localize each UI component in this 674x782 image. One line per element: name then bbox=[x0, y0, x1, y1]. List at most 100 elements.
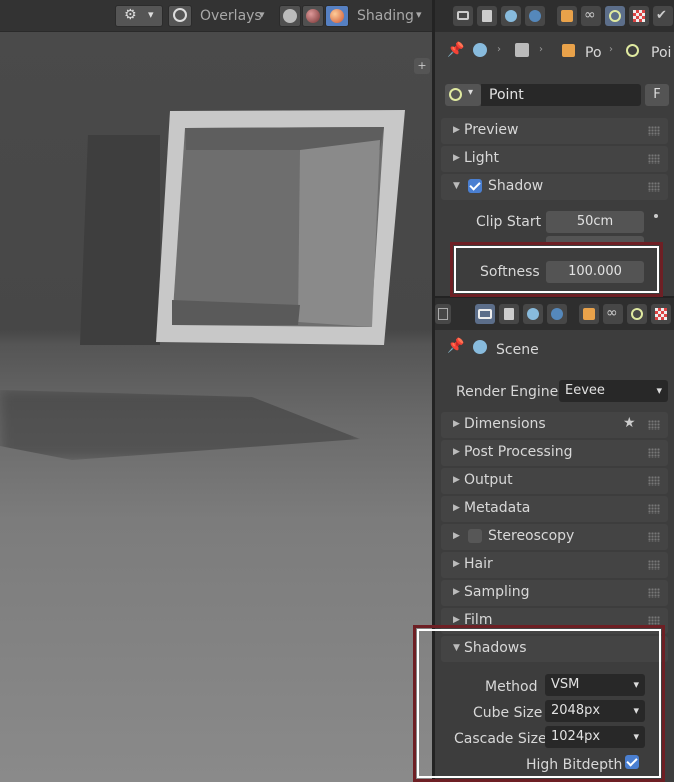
preview-panel-label: Preview bbox=[464, 122, 519, 138]
light-icon bbox=[609, 10, 621, 22]
overlays-toggle-button[interactable] bbox=[168, 5, 192, 27]
solid-shading-button[interactable] bbox=[279, 5, 301, 27]
globe-icon bbox=[529, 10, 541, 22]
material-shading-button[interactable] bbox=[302, 5, 324, 27]
light-icon bbox=[626, 44, 639, 57]
gizmo-toggle[interactable]: ⚙ ▾ bbox=[115, 5, 163, 27]
shadow-panel-label: Shadow bbox=[488, 178, 544, 194]
camera-icon bbox=[457, 11, 469, 20]
pin-icon[interactable]: 📌 bbox=[447, 338, 464, 354]
hair-panel-label: Hair bbox=[464, 556, 493, 572]
drag-grip-icon[interactable] bbox=[648, 154, 660, 164]
output-panel-header[interactable]: ▶ Output bbox=[441, 468, 668, 494]
preset-star-icon[interactable]: ★ bbox=[623, 415, 636, 431]
layers-icon bbox=[505, 10, 517, 22]
sampling-panel-label: Sampling bbox=[464, 584, 530, 600]
overlays-dropdown[interactable]: Overlays bbox=[200, 8, 262, 24]
tab-scene[interactable] bbox=[525, 6, 545, 26]
tab-constraints[interactable]: ∞ bbox=[581, 6, 601, 26]
shadow-checkbox[interactable] bbox=[468, 179, 482, 193]
drag-grip-icon[interactable] bbox=[648, 560, 660, 570]
post-processing-panel-label: Post Processing bbox=[464, 444, 573, 460]
tool-icon bbox=[438, 308, 448, 320]
sphere-icon bbox=[330, 9, 344, 23]
cube-icon bbox=[562, 44, 575, 57]
properties-tabs: ∞ bbox=[435, 298, 674, 330]
tab-tool[interactable] bbox=[435, 304, 451, 324]
pin-icon[interactable]: 📌 bbox=[447, 42, 464, 58]
tab-output[interactable] bbox=[477, 6, 497, 26]
link-icon: ∞ bbox=[584, 7, 596, 23]
drag-grip-icon[interactable] bbox=[648, 126, 660, 136]
drag-grip-icon[interactable] bbox=[648, 476, 660, 486]
post-processing-panel-header[interactable]: ▶ Post Processing bbox=[441, 440, 668, 466]
chevron-right-icon: ▶ bbox=[453, 531, 460, 541]
dimensions-panel-label: Dimensions bbox=[464, 416, 546, 432]
stereoscopy-panel-header[interactable]: ▶ Stereoscopy bbox=[441, 524, 668, 550]
tab-view-layer[interactable] bbox=[523, 304, 543, 324]
sphere-icon bbox=[283, 9, 297, 23]
preview-panel-header[interactable]: ▶ Preview bbox=[441, 118, 668, 144]
hair-panel-header[interactable]: ▶ Hair bbox=[441, 552, 668, 578]
chevron-right-icon: › bbox=[497, 44, 501, 55]
tab-constraints[interactable]: ∞ bbox=[603, 304, 623, 324]
metadata-panel-header[interactable]: ▶ Metadata bbox=[441, 496, 668, 522]
keyframe-dot-icon[interactable] bbox=[654, 214, 658, 218]
sidebar-toggle[interactable]: + bbox=[414, 58, 430, 74]
sampling-panel-header[interactable]: ▶ Sampling bbox=[441, 580, 668, 606]
printer-icon bbox=[504, 308, 514, 320]
output-panel-label: Output bbox=[464, 472, 513, 488]
clip-start-field[interactable]: 50cm bbox=[546, 211, 644, 233]
rendered-shading-button[interactable] bbox=[325, 5, 349, 27]
tab-texture[interactable] bbox=[651, 304, 671, 324]
world-icon bbox=[515, 43, 529, 57]
dimensions-panel-header[interactable]: ▶ Dimensions ★ bbox=[441, 412, 668, 438]
shadows-highlight-box bbox=[413, 625, 665, 782]
drag-grip-icon[interactable] bbox=[648, 588, 660, 598]
tab-light-data[interactable] bbox=[627, 304, 647, 324]
breadcrumb-light: Poi bbox=[651, 45, 672, 61]
chevron-down-icon: ▾ bbox=[259, 8, 265, 21]
chevron-right-icon: ▶ bbox=[453, 447, 460, 457]
tab-render[interactable] bbox=[475, 304, 495, 324]
chevron-right-icon: › bbox=[609, 44, 613, 55]
light-type-dropdown[interactable]: ▾ bbox=[445, 84, 481, 106]
stereoscopy-panel-label: Stereoscopy bbox=[488, 528, 575, 544]
tab-object[interactable] bbox=[579, 304, 599, 324]
chevron-right-icon: ▶ bbox=[453, 503, 460, 513]
drag-grip-icon[interactable] bbox=[648, 504, 660, 514]
light-panel-label: Light bbox=[464, 150, 499, 166]
drag-grip-icon[interactable] bbox=[648, 448, 660, 458]
chevron-down-icon: ▾ bbox=[416, 8, 422, 21]
drag-grip-icon[interactable] bbox=[648, 420, 660, 430]
scene-icon bbox=[473, 43, 487, 57]
drag-grip-icon[interactable] bbox=[648, 182, 660, 192]
light-icon bbox=[449, 88, 462, 101]
render-engine-dropdown[interactable]: Eevee ▾ bbox=[559, 380, 668, 402]
chevron-right-icon: ▶ bbox=[453, 475, 460, 485]
tab-shader[interactable]: ✔ bbox=[653, 6, 673, 26]
light-name-field[interactable]: Point bbox=[481, 84, 641, 106]
checker-icon bbox=[655, 308, 667, 320]
frame-object[interactable] bbox=[0, 0, 432, 782]
shadow-panel-header[interactable]: ▼ Shadow bbox=[441, 174, 668, 200]
chevron-right-icon: ▶ bbox=[453, 615, 460, 625]
tab-texture[interactable] bbox=[629, 6, 649, 26]
tab-output[interactable] bbox=[499, 304, 519, 324]
shading-dropdown[interactable]: Shading bbox=[357, 8, 414, 24]
tab-object[interactable] bbox=[557, 6, 577, 26]
tab-scene[interactable] bbox=[547, 304, 567, 324]
context-scene-label: Scene bbox=[496, 342, 539, 358]
tab-view-layer[interactable] bbox=[501, 6, 521, 26]
link-icon: ∞ bbox=[606, 305, 618, 321]
3d-viewport[interactable]: ⚙ ▾ Overlays ▾ Shading ▾ + bbox=[0, 0, 432, 782]
light-panel-header[interactable]: ▶ Light bbox=[441, 146, 668, 172]
layers-icon bbox=[527, 308, 539, 320]
drag-grip-icon[interactable] bbox=[648, 532, 660, 542]
tab-render[interactable] bbox=[453, 6, 473, 26]
render-engine-label: Render Engine bbox=[456, 384, 559, 400]
tab-light-data[interactable] bbox=[605, 6, 625, 26]
fake-user-button[interactable]: F bbox=[645, 84, 669, 106]
light-name: Point bbox=[489, 87, 524, 103]
stereoscopy-checkbox[interactable] bbox=[468, 529, 482, 543]
